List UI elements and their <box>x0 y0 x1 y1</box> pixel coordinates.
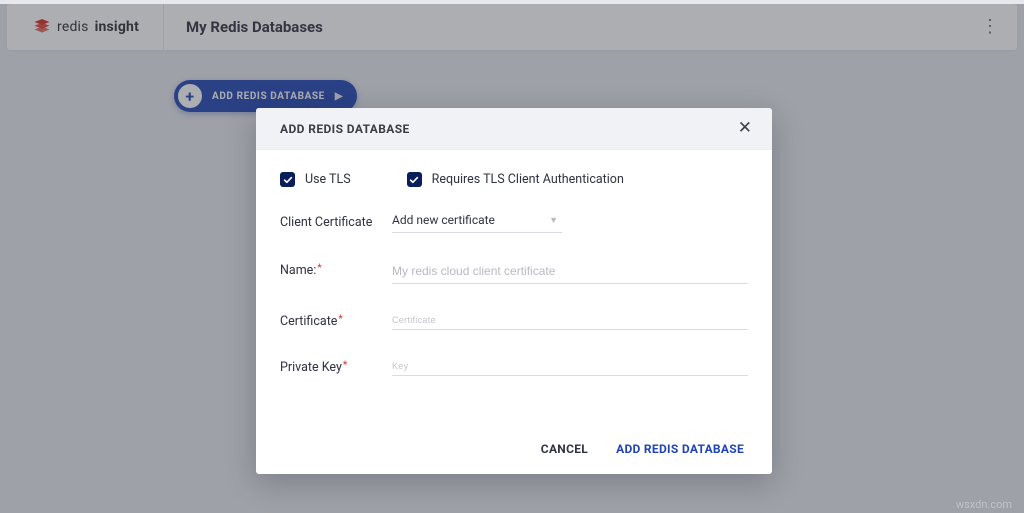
client-certificate-value: Add new certificate <box>392 213 495 227</box>
watermark: wsxdn.com <box>956 498 1012 511</box>
page-title: My Redis Databases <box>164 18 323 36</box>
certificate-input[interactable] <box>392 312 748 330</box>
modal-header: ADD REDIS DATABASE ✕ <box>256 108 772 150</box>
use-tls-checkbox[interactable]: Use TLS <box>280 172 351 187</box>
cancel-button[interactable]: CANCEL <box>541 442 588 456</box>
close-icon[interactable]: ✕ <box>732 116 758 141</box>
checkbox-checked-icon <box>280 172 295 187</box>
chevron-down-icon: ▼ <box>549 215 558 226</box>
name-label: Name:* <box>280 261 392 278</box>
brand-logo: redis insight <box>7 4 164 50</box>
private-key-input[interactable] <box>392 358 748 376</box>
top-header: redis insight My Redis Databases ⋮ <box>7 4 1017 50</box>
modal-body: Use TLS Requires TLS Client Authenticati… <box>256 150 772 432</box>
more-menu-icon[interactable]: ⋮ <box>963 18 1017 36</box>
use-tls-label: Use TLS <box>305 172 351 187</box>
requires-tls-client-auth-checkbox[interactable]: Requires TLS Client Authentication <box>407 172 624 187</box>
redis-cube-icon <box>33 16 51 38</box>
certificate-label: Certificate* <box>280 312 392 329</box>
private-key-label: Private Key* <box>280 358 392 375</box>
checkbox-checked-icon <box>407 172 422 187</box>
modal-footer: CANCEL ADD REDIS DATABASE <box>256 432 772 474</box>
brand-text-light: redis <box>57 19 89 35</box>
add-database-modal: ADD REDIS DATABASE ✕ Use TLS Requires TL… <box>256 108 772 474</box>
pill-label: ADD REDIS DATABASE <box>212 91 325 102</box>
requires-tls-label: Requires TLS Client Authentication <box>432 172 624 187</box>
add-redis-database-submit-button[interactable]: ADD REDIS DATABASE <box>616 442 744 456</box>
chevron-right-icon: ▶ <box>335 91 343 102</box>
client-certificate-select[interactable]: Add new certificate ▼ <box>392 213 562 233</box>
brand-text-bold: insight <box>95 19 139 35</box>
name-input[interactable] <box>392 261 748 284</box>
plus-icon: + <box>178 84 202 108</box>
modal-title: ADD REDIS DATABASE <box>280 122 410 136</box>
client-certificate-label: Client Certificate <box>280 213 392 230</box>
